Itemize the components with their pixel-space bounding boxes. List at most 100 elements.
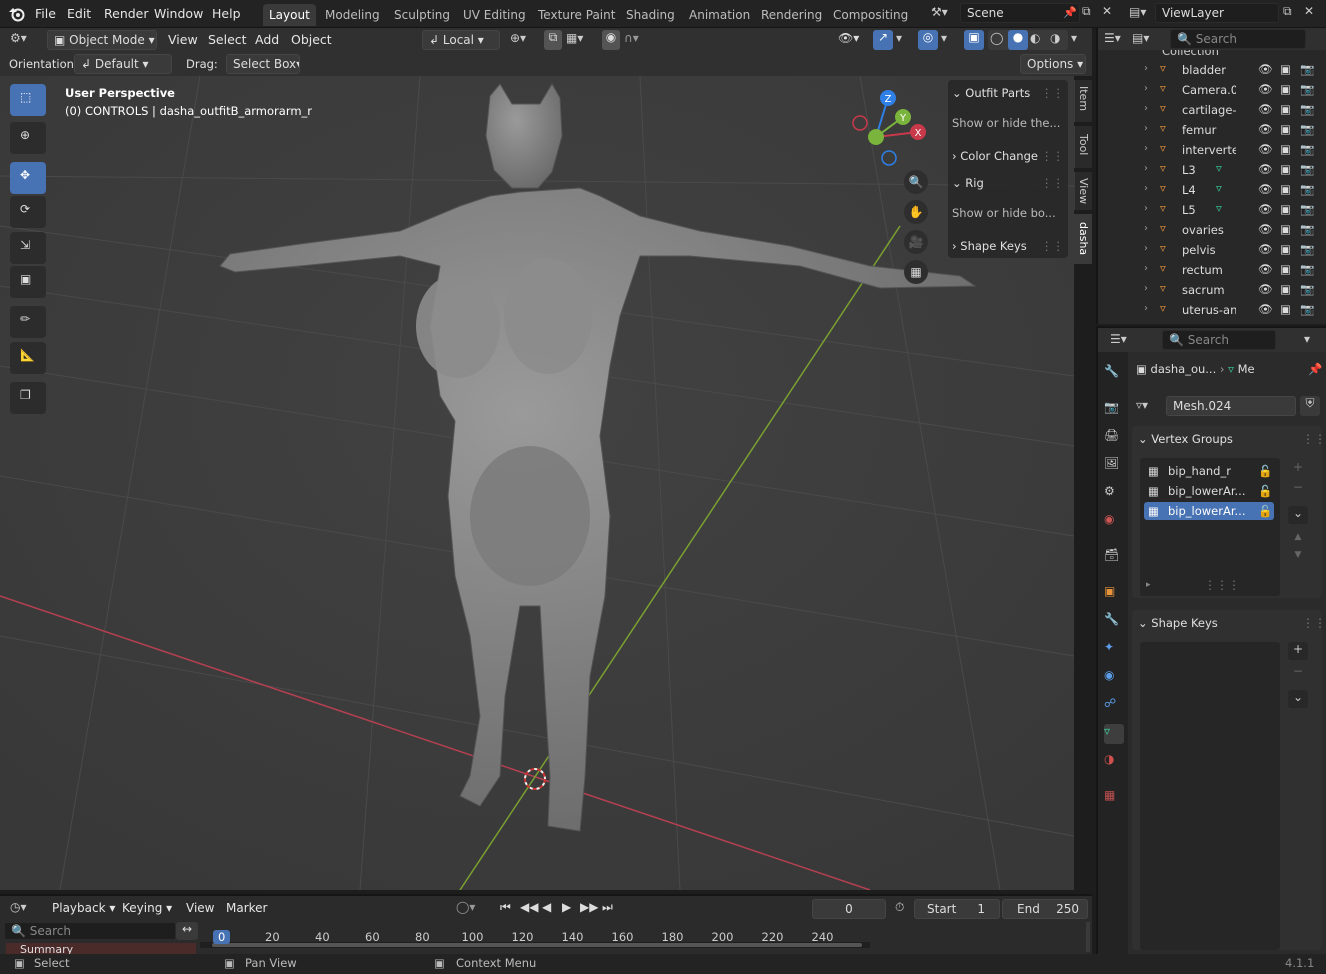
properties-editor-icon[interactable]: ☰▾ — [1110, 332, 1127, 346]
pivot-icon[interactable]: ⊕▾ — [510, 31, 526, 45]
delete-scene-icon[interactable]: ✕ — [1102, 4, 1112, 18]
ortho-grid-icon[interactable]: ▦ — [904, 260, 928, 284]
outliner-item[interactable]: › ▿ L4 ▿ 👁 ▣ 📷 — [1098, 180, 1326, 200]
expand-arrow-icon[interactable]: › — [1144, 303, 1148, 314]
expand-arrow-icon[interactable]: › — [1144, 163, 1148, 174]
camera-view-icon[interactable]: 🎥 — [904, 230, 928, 254]
vertex-group-item[interactable]: ▦ bip_lowerAr... 🔓 — [1144, 502, 1274, 520]
display-mode-icon[interactable]: ▤▾ — [1132, 31, 1149, 45]
camera-render-icon[interactable]: 📷 — [1300, 262, 1314, 276]
jump-end-icon[interactable]: ⏭ — [602, 900, 613, 915]
material-shading-icon[interactable]: ◐ — [1030, 31, 1040, 45]
tab-compositing[interactable]: Compositing — [827, 4, 914, 26]
menu-window[interactable]: Window — [154, 6, 203, 21]
pan-hand-icon[interactable]: ✋ — [904, 200, 928, 224]
tab-uv-editing[interactable]: UV Editing — [457, 4, 532, 26]
remove-shape-key-icon[interactable]: − — [1288, 664, 1308, 682]
orientation-select[interactable]: ↲ Default ▾ — [74, 54, 172, 74]
monitor-icon[interactable]: ▣ — [1280, 102, 1291, 116]
viewport-menu-add[interactable]: Add — [255, 32, 279, 47]
outliner-item[interactable]: › ▿ intervertebr 👁 ▣ 📷 — [1098, 140, 1326, 160]
blender-logo-icon[interactable] — [8, 6, 26, 22]
outliner-item[interactable]: › ▿ bladder 👁 ▣ 📷 — [1098, 60, 1326, 80]
drag-handle-icon[interactable]: ⋮⋮ — [1041, 176, 1064, 190]
outliner-item[interactable]: › ▿ rectum 👁 ▣ 📷 — [1098, 260, 1326, 280]
breadcrumb-object[interactable]: dasha_ou... — [1151, 362, 1217, 376]
shading-dropdown-icon[interactable]: ▾ — [1071, 31, 1077, 45]
remove-vertex-group-icon[interactable]: − — [1288, 480, 1308, 498]
camera-render-icon[interactable]: 📷 — [1300, 122, 1314, 136]
timeline-menu-marker[interactable]: Marker — [226, 901, 267, 915]
drag-handle-icon[interactable]: ⋮⋮ — [1041, 86, 1064, 100]
eye-icon[interactable]: 👁 — [1258, 102, 1273, 116]
menu-help[interactable]: Help — [212, 6, 241, 21]
3d-viewport[interactable]: ⬚ ⊕ ✥ ⟳ ⇲ ▣ ✏ 📐 ❐ User Perspective (0) C… — [0, 76, 1074, 890]
section-outfit-parts[interactable]: ⌄ Outfit Parts ⋮⋮ — [952, 86, 1064, 100]
vertex-group-item[interactable]: ▦ bip_lowerAr... 🔓 — [1144, 482, 1274, 500]
monitor-icon[interactable]: ▣ — [1280, 182, 1291, 196]
material-props-icon[interactable]: ◑ — [1104, 752, 1124, 772]
collection-props-icon[interactable]: 🗃 — [1104, 548, 1124, 568]
proportional-edit-icon[interactable]: ◉ — [602, 30, 620, 50]
monitor-icon[interactable]: ▣ — [1280, 282, 1291, 296]
visibility-icon[interactable]: 👁▾ — [838, 31, 859, 45]
render-props-icon[interactable]: 📷 — [1104, 400, 1124, 420]
expand-arrow-icon[interactable]: › — [1144, 143, 1148, 154]
timeline-editor-icon[interactable]: ◷▾ — [10, 900, 27, 914]
play-reverse-icon[interactable]: ◀ — [542, 900, 551, 914]
monitor-icon[interactable]: ▣ — [1280, 142, 1291, 156]
eye-icon[interactable]: 👁 — [1258, 182, 1273, 196]
viewport-menu-view[interactable]: View — [168, 32, 198, 47]
object-props-icon[interactable]: ▣ — [1104, 584, 1124, 604]
add-shape-key-icon[interactable]: + — [1288, 642, 1308, 660]
eye-icon[interactable]: 👁 — [1258, 82, 1273, 96]
outliner-item[interactable]: › ▿ L3 ▿ 👁 ▣ 📷 — [1098, 160, 1326, 180]
transform-orientation-select[interactable]: ↲ Local ▾ — [422, 30, 500, 50]
camera-render-icon[interactable]: 📷 — [1300, 302, 1314, 316]
tab-shading[interactable]: Shading — [620, 4, 681, 26]
camera-render-icon[interactable]: 📷 — [1300, 202, 1314, 216]
overlays-icon[interactable]: ◎ — [918, 30, 938, 50]
editor-type-icon[interactable]: ⚙▾ — [10, 31, 27, 45]
scene-field[interactable]: Scene — [960, 3, 1080, 23]
drag-select[interactable]: Select Box▾ — [226, 54, 300, 74]
shape-keys-header[interactable]: ⌄ Shape Keys — [1138, 616, 1218, 630]
outliner-item[interactable]: › ▿ Camera.00 👁 ▣ 📷 — [1098, 80, 1326, 100]
eye-icon[interactable]: 👁 — [1258, 222, 1273, 236]
lock-icon[interactable]: 🔓 — [1258, 462, 1272, 480]
tab-texture-paint[interactable]: Texture Paint — [532, 4, 621, 26]
annotate-tool[interactable]: ✏ — [10, 306, 46, 338]
constraints-props-icon[interactable]: ☍ — [1104, 696, 1124, 716]
outliner-item[interactable]: › ▿ sacrum 👁 ▣ 📷 — [1098, 280, 1326, 300]
tab-sculpting[interactable]: Sculpting — [388, 4, 456, 26]
world-props-icon[interactable]: ◉ — [1104, 512, 1124, 532]
expand-arrow-icon[interactable]: › — [1144, 243, 1148, 254]
scale-tool[interactable]: ⇲ — [10, 232, 46, 264]
camera-render-icon[interactable]: 📷 — [1300, 282, 1314, 296]
viewport-menu-object[interactable]: Object — [291, 32, 332, 47]
shape-key-specials-icon[interactable]: ⌄ — [1288, 690, 1308, 708]
overlays-dropdown-icon[interactable]: ▾ — [941, 31, 947, 45]
preview-range-icon[interactable]: ⏱ — [895, 900, 904, 915]
delete-view-layer-icon[interactable]: ✕ — [1304, 4, 1314, 18]
end-frame-field[interactable]: End 250 — [1002, 899, 1088, 919]
expand-arrow-icon[interactable]: › — [1144, 83, 1148, 94]
expand-arrow-icon[interactable]: › — [1144, 203, 1148, 214]
move-up-icon[interactable]: ▲ — [1288, 532, 1308, 548]
texture-props-icon[interactable]: ▦ — [1104, 788, 1124, 808]
snap-icon[interactable]: ⧉ — [544, 30, 562, 50]
xray-icon[interactable]: ▣ — [964, 30, 984, 50]
outliner-item[interactable]: › ▿ femur 👁 ▣ 📷 — [1098, 120, 1326, 140]
monitor-icon[interactable]: ▣ — [1280, 202, 1291, 216]
outliner-item[interactable]: › ▿ uterus-and 👁 ▣ 📷 — [1098, 300, 1326, 320]
list-resize-handle-icon[interactable]: ⋮⋮⋮ — [1204, 578, 1240, 592]
expand-arrow-icon[interactable]: › — [1144, 63, 1148, 74]
select-box-tool[interactable]: ⬚ — [10, 84, 46, 116]
properties-dropdown-icon[interactable]: ▾ — [1304, 332, 1310, 346]
camera-render-icon[interactable]: 📷 — [1300, 162, 1314, 176]
outliner-search[interactable]: 🔍 Search — [1170, 29, 1306, 49]
wireframe-shading-icon[interactable]: ◯ — [990, 31, 1003, 45]
eye-icon[interactable]: 👁 — [1258, 282, 1273, 296]
move-down-icon[interactable]: ▼ — [1288, 550, 1308, 566]
snap-target-icon[interactable]: ▦▾ — [566, 31, 583, 45]
